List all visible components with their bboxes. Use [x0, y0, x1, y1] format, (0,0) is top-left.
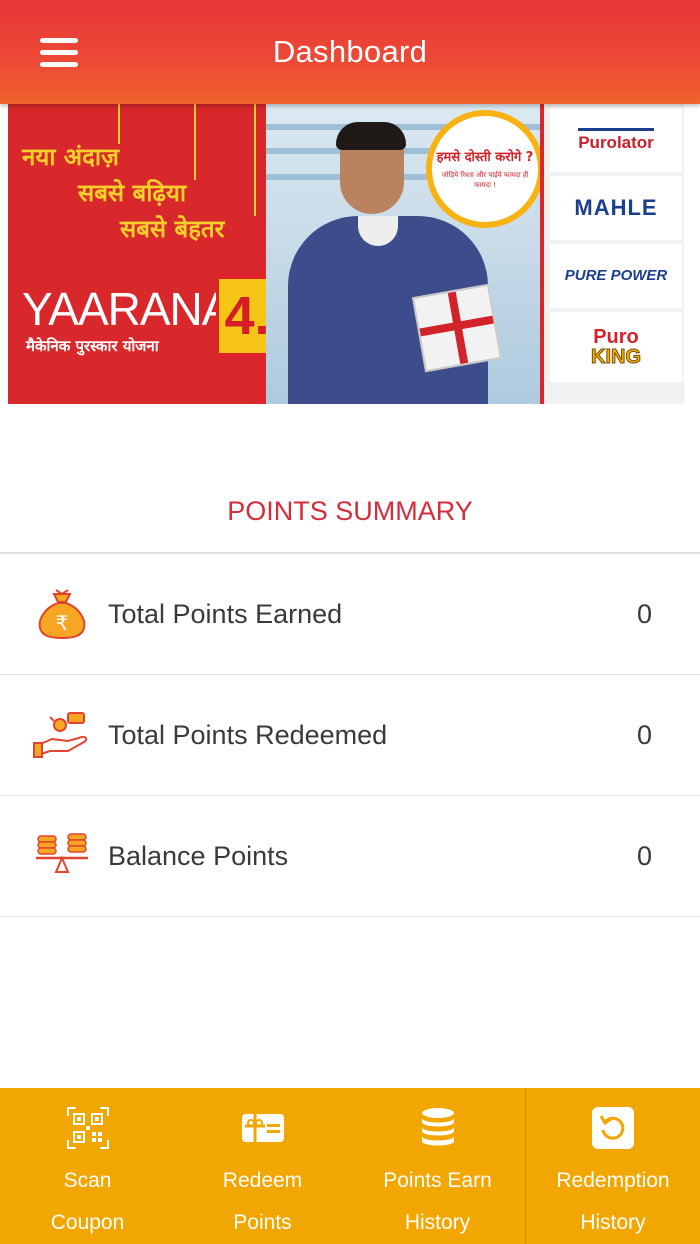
nav-redemption-history-line2: History [580, 1211, 646, 1234]
banner-text-panel: नया अंदाज़ सबसे बढ़िया सबसे बेहतर YAARAN… [8, 104, 266, 404]
gift-box-icon [411, 283, 503, 373]
nav-redeem-points-line1: Redeem [222, 1169, 303, 1192]
nav-redemption-history[interactable]: Redemption History [525, 1088, 700, 1244]
mechanic-photo: हमसे दोस्ती करोगे ? जोड़िये रिश्ता और पा… [266, 104, 540, 404]
bottom-navigation: Scan Coupon Redeem Points Points Earn Hi… [0, 1088, 700, 1244]
balance-points-value: 0 [636, 840, 652, 871]
scheme-name: मैकेनिक पुरस्कार योजना [26, 337, 159, 355]
svg-text:₹: ₹ [56, 611, 69, 635]
nav-points-earn-history-line2: History [404, 1211, 471, 1234]
points-summary-title: POINTS SUMMARY [227, 496, 473, 526]
total-points-earned-label: Total Points Earned [108, 598, 343, 629]
total-points-redeemed-label: Total Points Redeemed [108, 719, 388, 750]
total-points-redeemed-value: 0 [636, 719, 652, 750]
nav-redeem-points[interactable]: Redeem Points [175, 1088, 350, 1244]
nav-redeem-points-line2: Points [233, 1211, 292, 1234]
promo-banner[interactable]: नया अंदाज़ सबसे बढ़िया सबसे बेहतर YAARAN… [8, 104, 684, 404]
coin-balance-scale-icon [36, 833, 88, 873]
puro-king-logo: Puro KING [591, 326, 642, 368]
hand-coin-redeem-icon [33, 712, 88, 758]
history-refresh-icon [591, 1106, 635, 1150]
money-bag-rupee-icon: ₹ [38, 589, 86, 640]
speech-bubble: हमसे दोस्ती करोगे ? जोड़िये रिश्ता और पा… [426, 110, 540, 228]
bubble-title: हमसे दोस्ती करोगे ? [436, 149, 534, 165]
gift-card-icon [241, 1106, 285, 1150]
qr-code-icon [66, 1106, 110, 1150]
nav-scan-coupon-line1: Scan [63, 1169, 112, 1192]
brand-logos: Purolator MAHLE PURE POWER Puro KING [540, 104, 684, 404]
nav-points-earn-history[interactable]: Points Earn History [350, 1088, 525, 1244]
list-item-total-redeemed: Total Points Redeemed 0 [0, 675, 700, 796]
nav-scan-coupon-line2: Coupon [50, 1211, 125, 1234]
total-points-earned-value: 0 [636, 598, 652, 629]
banner-tagline-2: सबसे बढ़िया [78, 179, 187, 207]
database-stack-icon [416, 1106, 460, 1150]
list-item-balance: Balance Points 0 [0, 796, 700, 917]
banner-tagline-1: नया अंदाज़ [22, 143, 119, 171]
app-header: Dashboard [0, 0, 700, 104]
list-item-total-earned: ₹ Total Points Earned 0 [0, 554, 700, 675]
nav-scan-coupon[interactable]: Scan Coupon [0, 1088, 175, 1244]
points-summary-list: ₹ Total Points Earned 0 Total Points Red… [0, 552, 700, 917]
pure-power-logo: PURE POWER [564, 267, 668, 284]
hamburger-menu-icon[interactable] [36, 32, 84, 76]
program-name: YAARANA [22, 283, 232, 335]
banner-tagline-3: सबसे बेहतर [120, 215, 225, 243]
nav-redemption-history-line1: Redemption [556, 1169, 670, 1192]
bubble-subtitle: जोड़िये रिश्ता और पाईये फायदा ही फायदा ! [441, 170, 529, 189]
balance-points-label: Balance Points [108, 840, 289, 871]
purolator-logo: Purolator [578, 127, 654, 153]
mahle-logo: MAHLE [574, 195, 658, 220]
nav-points-earn-history-line1: Points Earn [383, 1169, 492, 1192]
page-title: Dashboard [272, 34, 428, 69]
